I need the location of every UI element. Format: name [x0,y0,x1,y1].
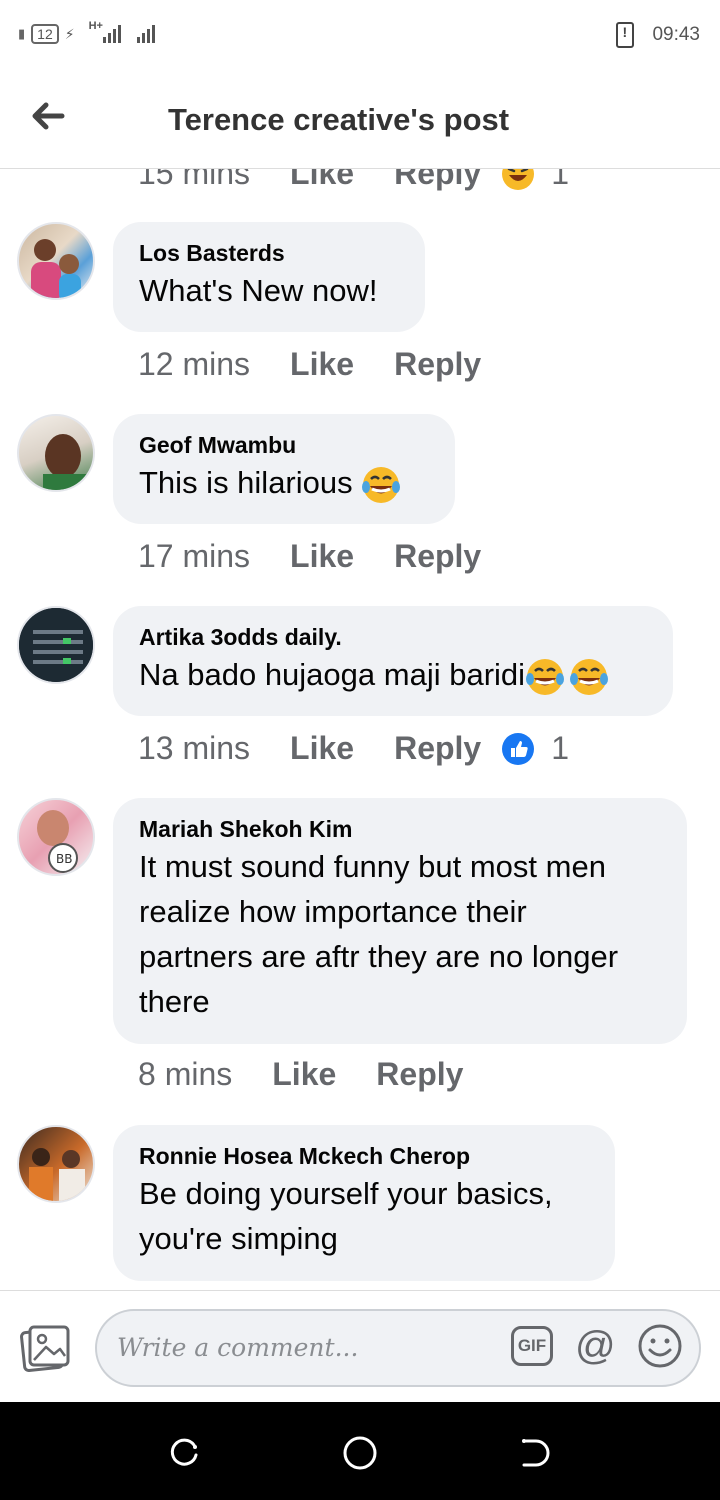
back-nav-icon[interactable] [518,1435,552,1469]
comment-bubble[interactable]: Geof Mwambu This is hilarious [113,414,455,524]
comment-text-line: partners are aftr they are no longer [139,939,619,974]
avatar[interactable] [17,1125,95,1203]
mention-button[interactable]: @ [575,1322,616,1370]
battery-cap: ▮ [18,26,26,41]
avatar-image [43,434,87,490]
charging-icon: ⚡ [64,25,75,42]
comment-meta: 17 mins Like Reply [138,538,481,575]
avatar[interactable] [17,606,95,684]
avatar-image [31,239,81,298]
comment-bubble[interactable]: Mariah Shekoh Kim It must sound funny bu… [113,798,687,1044]
comment-time: 12 mins [138,346,251,382]
comment-bubble[interactable]: Los Basterds What's New now! [113,222,425,332]
like-react-icon [502,732,535,765]
like-button[interactable]: Like [290,730,354,767]
like-button[interactable]: Like [272,1056,336,1093]
photo-icon[interactable] [20,1323,72,1373]
tears-of-joy-emoji-icon [570,658,609,695]
comment-text: Na bado hujaoga maji baridi [139,657,526,692]
comment-text-line: realize how importance their [139,894,527,929]
comment-text-line: This is hilarious [139,460,429,505]
comment-composer: Write a comment... GIF @ [0,1290,720,1403]
battery-level: 12 [31,24,59,44]
like-button[interactable]: Like [290,538,354,575]
comment-meta: 13 mins Like Reply 1 [138,730,569,767]
comment-time: 17 mins [138,538,251,574]
status-left: ▮ 12 ⚡ H+ [18,20,155,44]
comment-author[interactable]: Artika 3odds daily. [139,622,647,652]
svg-text:BB: BB [56,852,72,866]
comment-author[interactable]: Ronnie Hosea Mckech Cherop [139,1141,589,1171]
post-header: Terence creative's post [0,72,720,169]
page-title: Terence creative's post [168,102,510,137]
avatar[interactable]: BB [17,798,95,876]
tears-of-joy-emoji-icon [362,466,401,503]
reply-button[interactable]: Reply [394,730,481,767]
avatar-image [29,1148,85,1201]
back-arrow-icon [32,102,65,130]
reaction-count: 1 [551,730,570,766]
emoji-button[interactable] [637,1323,683,1369]
home-icon[interactable] [342,1435,378,1471]
clock: 09:43 [652,24,700,45]
avatar-image [19,608,93,682]
reply-button[interactable]: Reply [394,538,481,575]
gif-button[interactable]: GIF [511,1326,553,1366]
comment-text-line: you're simping [139,1221,338,1256]
phone-alert-icon [616,22,635,48]
comment-author[interactable]: Mariah Shekoh Kim [139,814,661,844]
comment-text-line: there [139,984,210,1019]
comment-text: This is hilarious [139,465,353,500]
reaction-summary[interactable]: 1 [501,730,569,767]
comment-meta: 12 mins Like Reply [138,346,481,383]
network-type: H+ [88,20,103,32]
comment-text-line: Na bado hujaoga maji baridi [139,652,647,697]
comment-input[interactable]: Write a comment... GIF @ [95,1309,701,1387]
back-button[interactable] [24,94,72,142]
signal-icon-2 [136,25,155,43]
reply-button[interactable]: Reply [394,346,481,383]
comment-placeholder: Write a comment... [117,1333,359,1362]
system-nav-bar [0,1402,720,1500]
comment-bubble[interactable]: Ronnie Hosea Mckech Cherop Be doing your… [113,1125,615,1281]
status-right: 09:43 [616,22,700,48]
comments-feed[interactable]: 15 mins Like Reply 1 Los Basterds What's… [0,150,720,1290]
signal-icon-1 [102,25,121,43]
avatar[interactable] [17,222,95,300]
comment-time: 13 mins [138,730,251,766]
comment-time: 8 mins [138,1056,233,1092]
comment-text-line: It must sound funny but most men [139,849,606,884]
comment-text-line: Be doing yourself your basics, [139,1176,553,1211]
comment-text: What's New now! [139,273,378,308]
like-button[interactable]: Like [290,346,354,383]
recents-icon[interactable] [168,1435,202,1469]
comment-author[interactable]: Los Basterds [139,238,399,268]
avatar-image: BB [37,810,78,873]
comment-meta: 8 mins Like Reply [138,1056,463,1093]
comment-author[interactable]: Geof Mwambu [139,430,429,460]
avatar[interactable] [17,414,95,492]
tears-of-joy-emoji-icon [526,658,565,695]
reply-button[interactable]: Reply [376,1056,463,1093]
status-bar: ▮ 12 ⚡ H+ 09:43 [0,0,720,72]
comment-bubble[interactable]: Artika 3odds daily. Na bado hujaoga maji… [113,606,673,716]
